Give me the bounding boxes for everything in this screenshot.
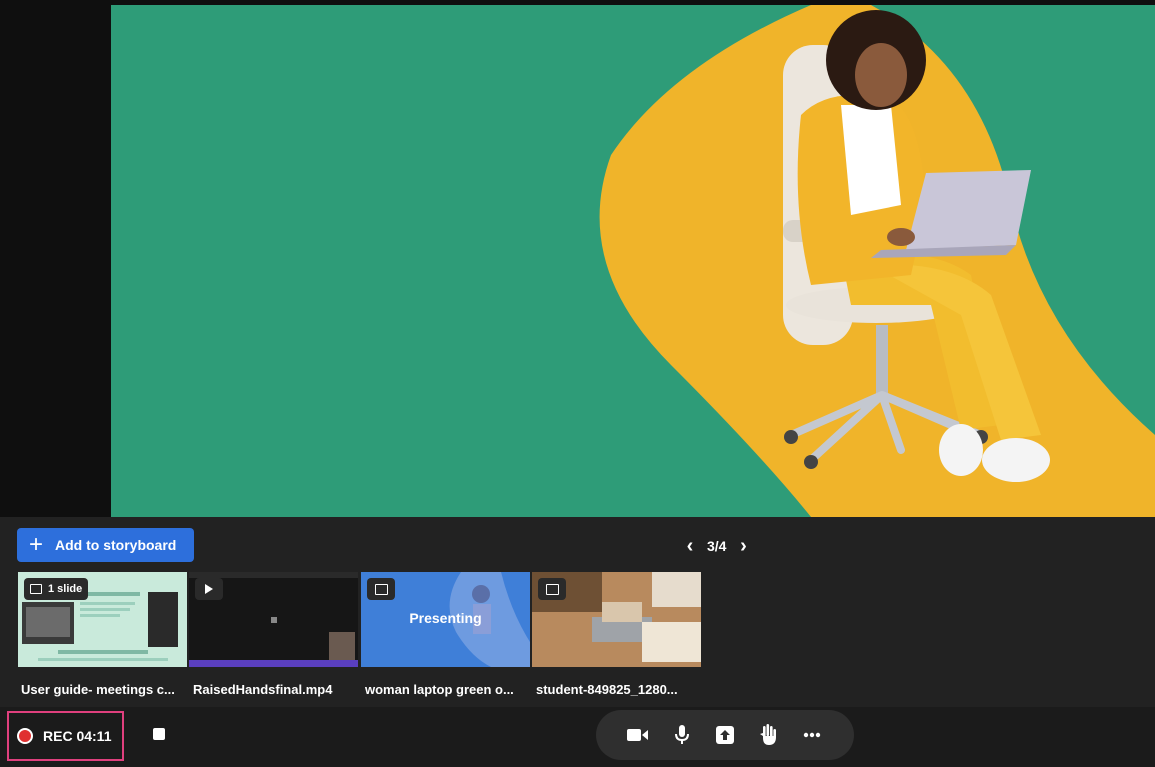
thumbnail-woman-laptop[interactable]: Presenting bbox=[361, 572, 530, 667]
bottom-toolbar bbox=[0, 707, 1155, 767]
thumbnail-raised-hands-video[interactable] bbox=[189, 572, 358, 667]
recording-indicator[interactable]: REC 04:11 bbox=[7, 711, 124, 761]
image-icon bbox=[545, 583, 559, 595]
chevron-left-icon[interactable]: ‹ bbox=[683, 535, 697, 558]
plus-icon: + bbox=[29, 531, 44, 558]
chevron-right-icon[interactable]: › bbox=[736, 535, 750, 558]
image-badge bbox=[538, 578, 566, 600]
slide-count-badge: 1 slide bbox=[24, 578, 89, 600]
image-badge bbox=[367, 578, 395, 600]
thumbnail-label-woman-laptop: woman laptop green o... bbox=[365, 682, 514, 697]
slide-count-text: 1 slide bbox=[48, 583, 83, 595]
raise-hand-icon[interactable] bbox=[755, 722, 781, 748]
camera-icon[interactable] bbox=[625, 722, 651, 748]
thumbnail-student-photo[interactable] bbox=[532, 572, 701, 667]
play-icon bbox=[205, 584, 213, 594]
meeting-controls bbox=[596, 710, 854, 760]
thumbnail-user-guide[interactable]: 1 slide bbox=[18, 572, 187, 667]
thumbnail-label-student: student-849825_1280... bbox=[536, 682, 678, 697]
image-icon bbox=[374, 583, 388, 595]
record-icon bbox=[17, 728, 33, 744]
thumbnail-label-user-guide: User guide- meetings c... bbox=[21, 682, 175, 697]
slide-image bbox=[111, 5, 1155, 517]
storyboard-pager: ‹ 3/4 › bbox=[683, 534, 750, 558]
page-indicator: 3/4 bbox=[707, 538, 727, 554]
slide-icon bbox=[30, 584, 42, 594]
thumbnail-label-raised-hands: RaisedHandsfinal.mp4 bbox=[193, 682, 333, 697]
add-to-storyboard-button[interactable]: + Add to storyboard bbox=[17, 528, 194, 562]
add-to-storyboard-label: Add to storyboard bbox=[55, 537, 177, 553]
stop-recording-button[interactable] bbox=[153, 728, 165, 740]
microphone-icon[interactable] bbox=[669, 722, 695, 748]
recording-timer: REC 04:11 bbox=[43, 728, 112, 744]
presentation-stage bbox=[0, 0, 1155, 517]
more-icon[interactable] bbox=[799, 722, 825, 748]
video-badge bbox=[195, 578, 223, 600]
share-screen-icon[interactable] bbox=[712, 722, 738, 748]
presenting-overlay: Presenting bbox=[409, 610, 482, 626]
woman-laptop-illustration bbox=[599, 5, 1155, 517]
